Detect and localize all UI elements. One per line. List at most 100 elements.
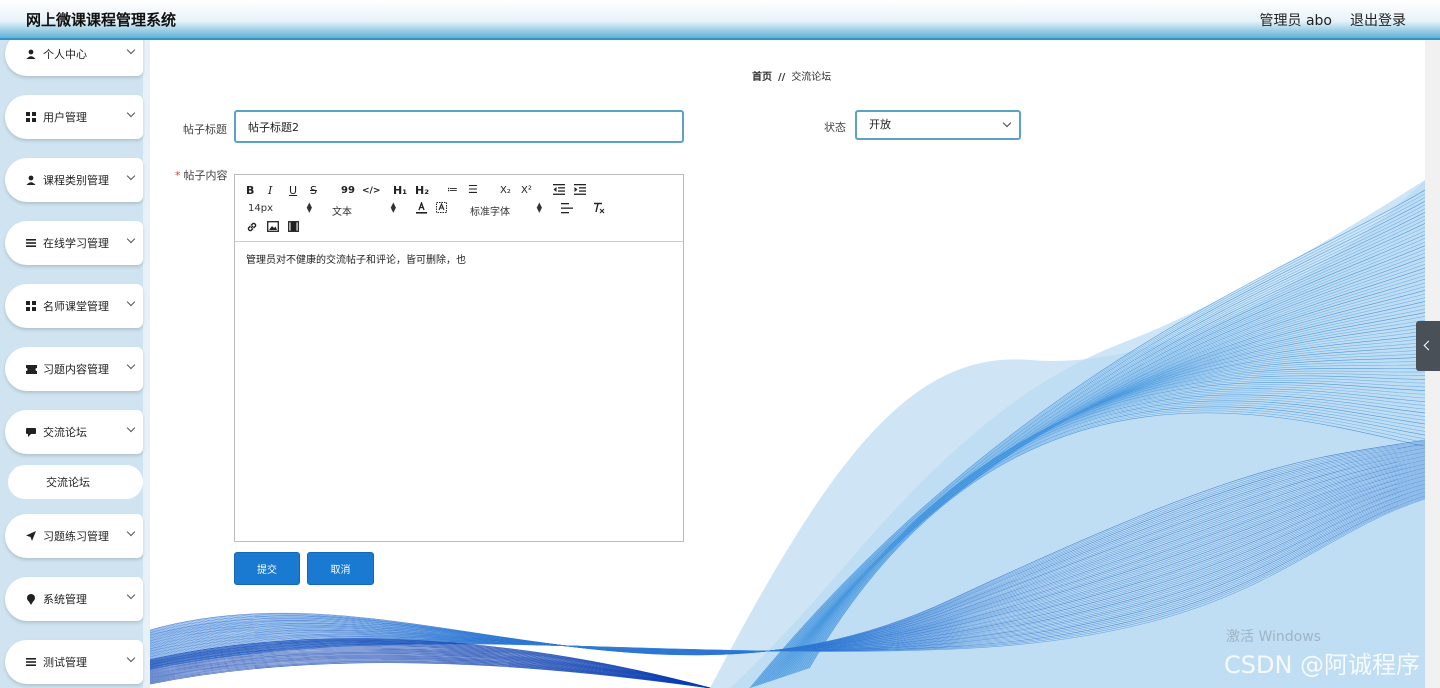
code-block-button[interactable]: </> [362, 185, 380, 197]
bold-button[interactable]: B [246, 185, 254, 197]
user-icon [25, 174, 37, 186]
cancel-button[interactable]: 取消 [307, 552, 374, 585]
ordered-list-button[interactable]: ≔ [447, 184, 458, 196]
subscript-button[interactable]: X₂ [500, 185, 511, 197]
content-label: * 帖子内容 [175, 167, 228, 183]
sidebar-item-label: 名师课堂管理 [43, 300, 109, 313]
header2-button[interactable]: H₂ [415, 185, 429, 197]
background-color-button[interactable] [436, 202, 447, 217]
font-family-value: 标准字体 [470, 207, 510, 218]
image-icon[interactable] [267, 221, 279, 235]
header1-button[interactable]: H₁ [393, 185, 407, 197]
breadcrumb-current: 交流论坛 [791, 72, 832, 83]
chevron-down-icon [126, 360, 136, 370]
sidebar: 个人中心 用户管理 课程类别管理 在线学习管理 名师课堂管理 习题内容管理 交流… [0, 40, 150, 688]
underline-button[interactable]: U [289, 185, 297, 197]
text-color-button[interactable] [416, 201, 427, 217]
chevron-down-icon [126, 590, 136, 600]
font-family-select[interactable]: 标准字体 ▲ ▼ [470, 201, 542, 219]
current-user[interactable]: 管理员 abo [1260, 10, 1332, 30]
editor-toolbar: B I U S 99 </> H₁ H₂ ≔ ☰ X₂ X² 14px ▲ ▼ 文本… [235, 175, 683, 242]
content-label-text: 帖子内容 [183, 169, 228, 182]
font-size-value: 14px [248, 203, 273, 214]
sidebar-scrollbar[interactable] [143, 40, 150, 688]
sidebar-item-course-category[interactable]: 课程类别管理 [5, 158, 143, 202]
sidebar-item-teacher-class[interactable]: 名师课堂管理 [5, 284, 143, 328]
breadcrumb-home[interactable]: 首页 [752, 72, 772, 83]
chat-icon [25, 426, 37, 438]
list-icon [25, 237, 37, 249]
select-arrows-icon: ▲ ▼ [536, 201, 542, 214]
sidebar-item-label: 个人中心 [43, 48, 87, 61]
sidebar-item-forum[interactable]: 交流论坛 [5, 410, 143, 454]
ticket-icon [25, 363, 37, 375]
editor-content[interactable]: 管理员对不健康的交流帖子和评论，皆可删除，也 [235, 242, 683, 275]
title-label: 帖子标题 [183, 123, 227, 136]
header-select[interactable]: 文本 ▲ ▼ [332, 201, 396, 219]
video-icon[interactable] [288, 221, 299, 235]
title-input[interactable] [234, 110, 684, 143]
sidebar-item-label: 在线学习管理 [43, 237, 109, 250]
header-right: 管理员 abo 退出登录 [1260, 10, 1406, 30]
breadcrumb-separator: // [778, 72, 786, 83]
status-select[interactable]: 开放 [855, 110, 1021, 140]
chevron-down-icon [126, 45, 136, 55]
required-mark: * [175, 169, 181, 182]
sidebar-item-label: 习题内容管理 [43, 363, 109, 376]
chevron-down-icon [126, 234, 136, 244]
chevron-down-icon [1002, 118, 1012, 128]
chevron-down-icon [126, 108, 136, 118]
grid-icon [25, 111, 37, 123]
sidebar-item-test[interactable]: 测试管理 [5, 640, 143, 684]
sidebar-item-label: 课程类别管理 [43, 174, 109, 187]
sidebar-item-online-learning[interactable]: 在线学习管理 [5, 221, 143, 265]
list-icon [25, 656, 37, 668]
strike-button[interactable]: S [310, 185, 317, 197]
logout-link[interactable]: 退出登录 [1350, 10, 1406, 30]
chevron-down-icon [126, 527, 136, 537]
sidebar-item-label: 习题练习管理 [43, 530, 109, 543]
send-icon [25, 530, 37, 542]
indent-button[interactable] [574, 184, 586, 198]
sidebar-item-user-management[interactable]: 用户管理 [5, 95, 143, 139]
status-label: 状态 [824, 121, 846, 134]
sidebar-item-label: 用户管理 [43, 111, 87, 124]
chevron-left-icon [1423, 340, 1434, 351]
select-arrows-icon: ▲ ▼ [306, 201, 312, 214]
sidebar-item-exercise-practice[interactable]: 习题练习管理 [5, 514, 143, 558]
header-select-value: 文本 [332, 207, 352, 218]
outdent-button[interactable] [553, 184, 565, 198]
status-select-value: 开放 [869, 118, 891, 131]
sidebar-item-label: 交流论坛 [43, 426, 87, 439]
blockquote-button[interactable]: 99 [341, 185, 355, 197]
chevron-down-icon [126, 653, 136, 663]
app-title: 网上微课课程管理系统 [26, 11, 177, 29]
select-arrows-icon: ▲ ▼ [390, 201, 396, 214]
user-icon [25, 48, 37, 60]
font-size-select[interactable]: 14px ▲ ▼ [248, 201, 312, 215]
top-header: 网上微课课程管理系统 管理员 abo 退出登录 [0, 0, 1440, 40]
bullet-list-button[interactable]: ☰ [468, 184, 478, 196]
windows-activation-watermark: 激活 Windows [1226, 629, 1321, 645]
collapse-panel-button[interactable] [1416, 321, 1440, 371]
sidebar-item-exercise-content[interactable]: 习题内容管理 [5, 347, 143, 391]
superscript-button[interactable]: X² [521, 185, 532, 197]
sidebar-item-personal-center[interactable]: 个人中心 [5, 40, 143, 76]
sidebar-item-system[interactable]: 系统管理 [5, 577, 143, 621]
align-button[interactable] [561, 203, 573, 217]
sidebar-item-label: 系统管理 [43, 593, 87, 606]
italic-button[interactable]: I [268, 185, 272, 197]
chevron-down-icon [126, 297, 136, 307]
chevron-down-icon [126, 423, 136, 433]
link-icon[interactable] [246, 221, 258, 236]
breadcrumb: 首页 // 交流论坛 [752, 68, 831, 83]
sidebar-item-label: 测试管理 [43, 656, 87, 669]
sidebar-subitem-forum[interactable]: 交流论坛 [8, 465, 143, 499]
submit-button[interactable]: 提交 [234, 552, 300, 585]
pin-icon [25, 593, 37, 605]
rich-text-editor: B I U S 99 </> H₁ H₂ ≔ ☰ X₂ X² 14px ▲ ▼ 文本… [234, 174, 684, 542]
grid-icon [25, 300, 37, 312]
clear-format-button[interactable] [593, 202, 605, 217]
chevron-down-icon [126, 171, 136, 181]
csdn-watermark: CSDN @阿诚程序 [1224, 651, 1421, 679]
